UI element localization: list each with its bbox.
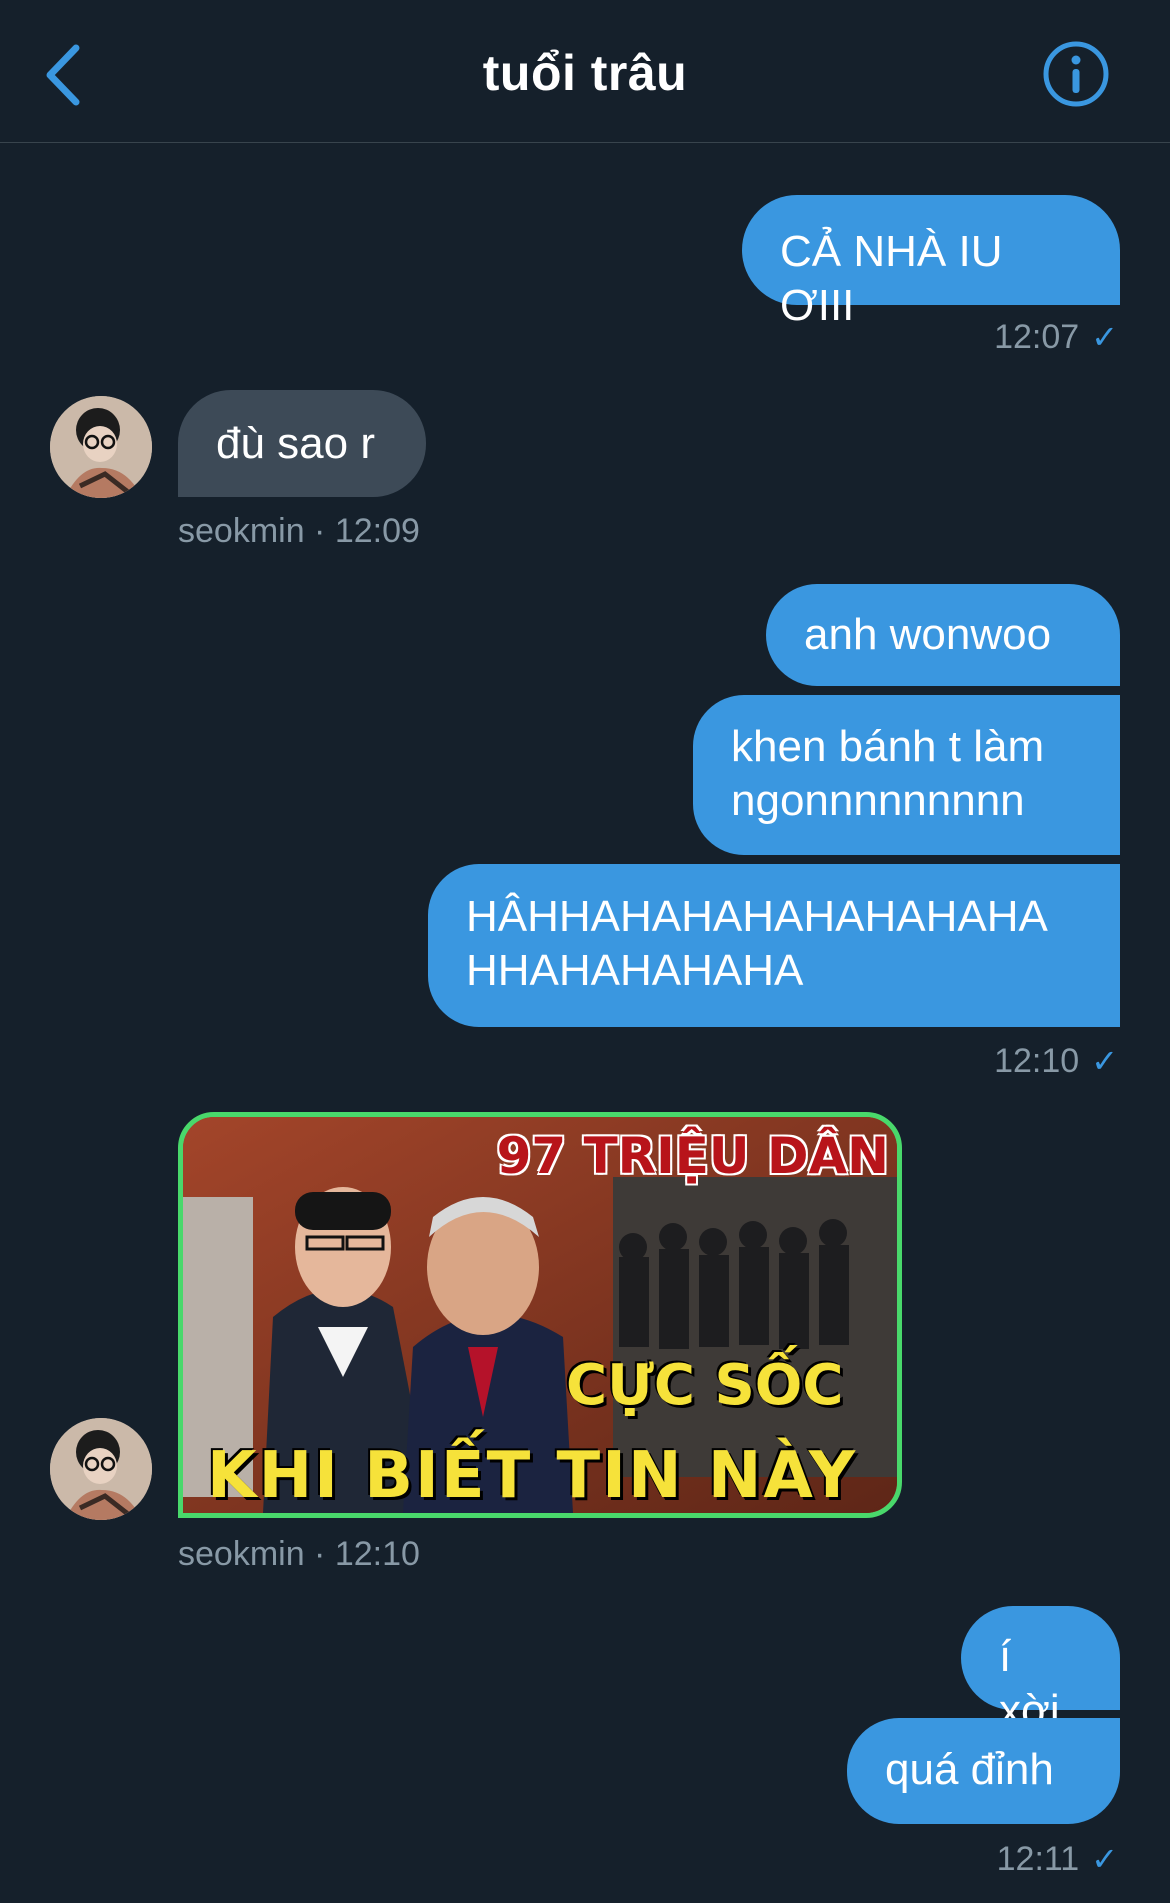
outgoing-message[interactable]: í xời [961, 1606, 1120, 1735]
message-timestamp: 12:07 ✓ [994, 318, 1118, 357]
message-timestamp: 12:10 ✓ [994, 1042, 1118, 1081]
message-text: HÂHHAHAHAHAHAHAHAHA HHAHAHAHAHA [466, 892, 1046, 995]
thumbnail-subheadline: CỰC SỐC [566, 1353, 844, 1418]
conversation-title: tuổi trâu [482, 45, 688, 101]
avatar[interactable] [50, 396, 152, 498]
outgoing-message[interactable]: HÂHHAHAHAHAHAHAHAHA HHAHAHAHAHA [428, 864, 1120, 1027]
outgoing-message[interactable]: CẢ NHÀ IU ƠIII [742, 195, 1120, 330]
message-text: CẢ NHÀ IU ƠIII [780, 227, 1003, 330]
message-timestamp: 12:11 ✓ [997, 1840, 1118, 1879]
avatar-image [50, 396, 152, 498]
thumbnail-headline: 97 TRIỆU DÂN [496, 1127, 889, 1185]
check-icon: ✓ [1091, 1043, 1118, 1079]
time-label: 12:10 [994, 1042, 1080, 1080]
message-text: anh wonwoo [804, 610, 1052, 659]
message-text: quá đỉnh [885, 1745, 1054, 1794]
outgoing-message[interactable]: anh wonwoo [766, 584, 1120, 686]
message-text: khen bánh t làm ngonnnnnnnnn [731, 722, 1045, 825]
media-message-image[interactable]: 97 TRIỆU DÂN CỰC SỐC KHI BIẾT TIN NÀY [178, 1112, 902, 1518]
message-text: đù sao r [216, 419, 375, 468]
sender-timestamp: seokmin · 12:09 [178, 512, 420, 550]
thumbnail-caption: KHI BIẾT TIN NÀY [207, 1439, 858, 1513]
sender-timestamp: seokmin · 12:10 [178, 1535, 420, 1573]
outgoing-message[interactable]: khen bánh t làm ngonnnnnnnnn [693, 695, 1120, 855]
conversation-header: tuổi trâu [0, 0, 1170, 143]
outgoing-message[interactable]: quá đỉnh [847, 1718, 1120, 1824]
incoming-message[interactable]: đù sao r [178, 390, 426, 497]
avatar[interactable] [50, 1418, 152, 1520]
time-label: 12:07 [994, 318, 1080, 356]
time-label: 12:11 [996, 1840, 1080, 1878]
info-icon[interactable] [1042, 40, 1110, 108]
check-icon: ✓ [1091, 1841, 1118, 1877]
check-icon: ✓ [1091, 319, 1118, 355]
avatar-image [50, 1418, 152, 1520]
